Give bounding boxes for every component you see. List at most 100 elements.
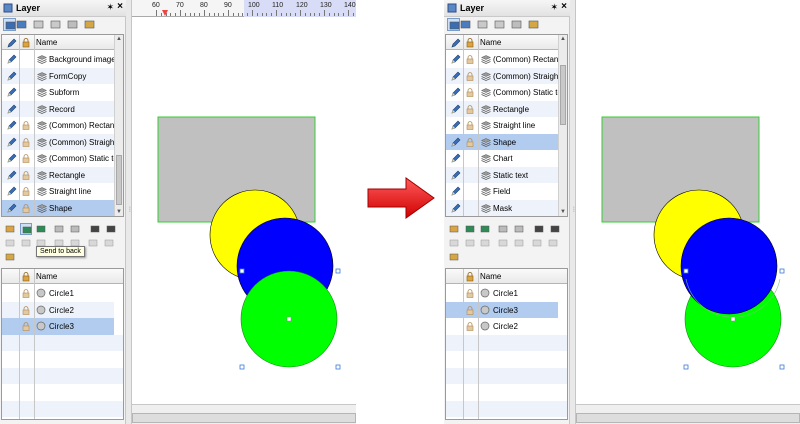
scroll-thumb[interactable] — [560, 65, 566, 125]
scroll-down-icon[interactable]: ▼ — [560, 209, 566, 215]
layer-copy-icon[interactable] — [32, 18, 45, 31]
scroll-up-icon[interactable]: ▲ — [560, 36, 566, 42]
pencil-icon[interactable] — [451, 203, 461, 213]
lock-icon[interactable] — [22, 121, 30, 130]
design-canvas[interactable]: 60708090100110120130140150 — [132, 0, 356, 424]
arrange-option-icon[interactable] — [103, 237, 115, 249]
scroll-down-icon[interactable]: ▼ — [116, 209, 122, 215]
arrange-option-icon[interactable] — [479, 237, 491, 249]
pencil-icon[interactable] — [7, 71, 17, 81]
pin-icon[interactable]: ✶ — [550, 2, 558, 13]
pencil-icon[interactable] — [7, 153, 17, 163]
layer-group-icon[interactable] — [66, 18, 79, 31]
send-to-back-icon[interactable] — [20, 223, 32, 235]
pencil-icon[interactable] — [7, 87, 17, 97]
scroll-track[interactable] — [132, 413, 356, 423]
selection-handle[interactable] — [683, 268, 689, 274]
lock-icon[interactable] — [22, 154, 30, 163]
arrange-option-icon[interactable] — [4, 237, 16, 249]
lock-icon[interactable] — [466, 289, 474, 298]
selection-handle[interactable] — [239, 268, 245, 274]
pencil-icon[interactable] — [451, 170, 461, 180]
center-handle[interactable] — [286, 316, 292, 322]
layer-merge-icon[interactable] — [459, 18, 472, 31]
selection-handle[interactable] — [779, 268, 785, 274]
lock-icon[interactable] — [466, 137, 474, 147]
lock-toggle-icon[interactable] — [4, 223, 16, 235]
lock-icon[interactable] — [466, 322, 474, 331]
layer-group-icon[interactable] — [510, 18, 523, 31]
arrange-option-icon[interactable] — [448, 237, 460, 249]
canvas-horizontal-scrollbar[interactable] — [576, 404, 800, 424]
scroll-track[interactable] — [576, 413, 800, 423]
pencil-icon[interactable] — [451, 71, 461, 81]
lock-icon[interactable] — [466, 305, 474, 315]
layer-list-scrollbar[interactable]: ▲ ▼ — [558, 35, 567, 216]
selection-handle[interactable] — [239, 364, 245, 370]
lock-icon[interactable] — [466, 121, 474, 130]
layer-properties-icon[interactable] — [448, 251, 460, 263]
name-column-header[interactable]: Name — [480, 38, 501, 47]
pencil-icon[interactable] — [451, 137, 461, 147]
scroll-up-icon[interactable]: ▲ — [116, 36, 122, 42]
arrange-option-icon[interactable] — [20, 237, 32, 249]
layer-delete-icon[interactable] — [49, 18, 62, 31]
pencil-icon[interactable] — [7, 54, 17, 64]
pencil-icon[interactable] — [7, 203, 17, 213]
pencil-icon[interactable] — [7, 137, 17, 147]
lock-icon[interactable] — [22, 289, 30, 298]
lock-toggle-icon[interactable] — [448, 223, 460, 235]
selection-handle[interactable] — [335, 364, 341, 370]
arrange-option-icon[interactable] — [531, 237, 543, 249]
lock-icon[interactable] — [466, 71, 474, 81]
layer-settings-icon[interactable] — [83, 18, 96, 31]
scroll-thumb[interactable] — [116, 155, 122, 205]
lock-icon[interactable] — [22, 170, 30, 180]
layer-settings-icon[interactable] — [527, 18, 540, 31]
align-horizontal-icon[interactable] — [89, 223, 101, 235]
arrange-option-icon[interactable] — [497, 237, 509, 249]
pencil-icon[interactable] — [451, 87, 461, 97]
selection-handle[interactable] — [683, 364, 689, 370]
selection-handle[interactable] — [779, 364, 785, 370]
pencil-icon[interactable] — [451, 104, 461, 114]
align-vertical-icon[interactable] — [549, 223, 561, 235]
name-column-header[interactable]: Name — [36, 272, 57, 281]
arrange-option-icon[interactable] — [464, 237, 476, 249]
pencil-icon[interactable] — [7, 186, 17, 196]
arrange-option-icon[interactable] — [547, 237, 559, 249]
pencil-icon[interactable] — [7, 120, 17, 130]
align-vertical-icon[interactable] — [105, 223, 117, 235]
pencil-icon[interactable] — [451, 153, 461, 163]
canvas-horizontal-scrollbar[interactable] — [132, 404, 356, 424]
pin-icon[interactable]: ✶ — [106, 2, 114, 13]
lock-icon[interactable] — [466, 55, 474, 64]
lock-icon[interactable] — [22, 137, 30, 147]
lock-icon[interactable] — [466, 88, 474, 97]
design-canvas[interactable] — [576, 0, 800, 424]
layer-list-scrollbar[interactable]: ▲ ▼ — [114, 35, 123, 216]
send-to-back-icon[interactable] — [464, 223, 476, 235]
lock-icon[interactable] — [22, 322, 30, 331]
pencil-icon[interactable] — [451, 120, 461, 130]
pencil-icon[interactable] — [7, 104, 17, 114]
arrange-option-icon[interactable] — [87, 237, 99, 249]
lock-icon[interactable] — [22, 187, 30, 196]
layer-copy-icon[interactable] — [476, 18, 489, 31]
align-horizontal-icon[interactable] — [533, 223, 545, 235]
selection-handle[interactable] — [335, 268, 341, 274]
pencil-icon[interactable] — [7, 170, 17, 180]
pencil-icon[interactable] — [451, 54, 461, 64]
name-column-header[interactable]: Name — [480, 272, 501, 281]
close-icon[interactable]: × — [117, 1, 123, 12]
layer-merge-icon[interactable] — [15, 18, 28, 31]
arrange-option-icon[interactable] — [513, 237, 525, 249]
bring-to-front-icon[interactable] — [69, 223, 81, 235]
lock-icon[interactable] — [22, 203, 30, 213]
layer-properties-icon[interactable] — [4, 251, 16, 263]
center-handle[interactable] — [730, 316, 736, 322]
bring-forward-icon[interactable] — [497, 223, 509, 235]
pencil-icon[interactable] — [451, 186, 461, 196]
lock-icon[interactable] — [22, 305, 30, 315]
layer-delete-icon[interactable] — [493, 18, 506, 31]
